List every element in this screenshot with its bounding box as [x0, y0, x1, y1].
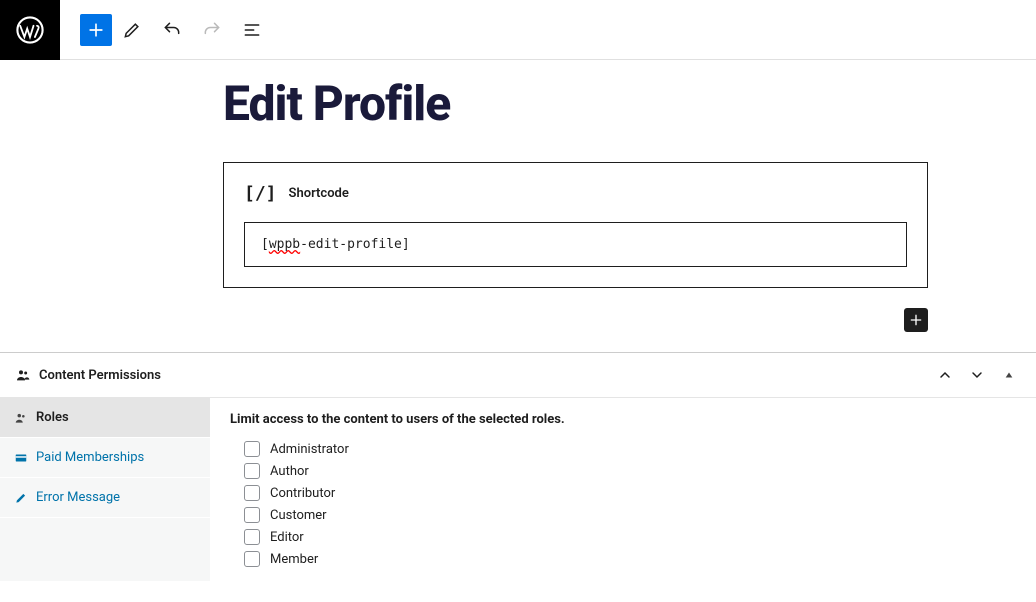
sidebar-item-label: Paid Memberships [36, 450, 144, 465]
add-block-area [223, 308, 928, 332]
shortcode-block[interactable]: [/] Shortcode [wppb-edit-profile] [223, 162, 928, 288]
toolbar-buttons [60, 10, 272, 50]
role-label: Customer [270, 508, 327, 523]
add-block-inline-button[interactable] [904, 308, 928, 332]
role-item: Administrator [244, 441, 1016, 457]
role-label: Member [270, 552, 318, 567]
add-block-button[interactable] [80, 14, 112, 46]
role-label: Author [270, 464, 309, 479]
content-permissions-panel: Content Permissions Roles Paid Membershi… [0, 352, 1036, 581]
permissions-main: Limit access to the content to users of … [210, 398, 1036, 581]
redo-button [192, 10, 232, 50]
top-toolbar [0, 0, 1036, 60]
panel-toggles [933, 363, 1021, 387]
shortcode-icon: [/] [244, 183, 277, 204]
shortcode-input[interactable]: [wppb-edit-profile] [244, 222, 907, 267]
wordpress-logo[interactable] [0, 0, 60, 60]
users-icon [15, 367, 31, 383]
editor-content: Edit Profile [/] Shortcode [wppb-edit-pr… [68, 75, 968, 332]
role-item: Editor [244, 529, 1016, 545]
undo-button[interactable] [152, 10, 192, 50]
role-checkbox[interactable] [244, 507, 260, 523]
sidebar-item-error-message[interactable]: Error Message [0, 478, 210, 518]
card-icon [14, 451, 28, 465]
role-label: Contributor [270, 486, 335, 501]
collapse-up-button[interactable] [933, 363, 957, 387]
sidebar-item-roles[interactable]: Roles [0, 398, 210, 438]
collapse-down-button[interactable] [965, 363, 989, 387]
permissions-body: Roles Paid Memberships Error Message Lim… [0, 398, 1036, 581]
role-checkbox[interactable] [244, 463, 260, 479]
group-icon [14, 411, 28, 425]
role-item: Member [244, 551, 1016, 567]
role-label: Editor [270, 530, 304, 545]
content-permissions-header: Content Permissions [0, 353, 1036, 398]
sidebar-item-label: Error Message [36, 490, 120, 505]
role-checkbox[interactable] [244, 551, 260, 567]
permissions-instruction: Limit access to the content to users of … [230, 412, 1016, 427]
sidebar-item-paid-memberships[interactable]: Paid Memberships [0, 438, 210, 478]
sidebar-item-label: Roles [36, 410, 69, 425]
permissions-sidebar: Roles Paid Memberships Error Message [0, 398, 210, 581]
role-item: Author [244, 463, 1016, 479]
shortcode-label: Shortcode [289, 186, 349, 201]
role-list: Administrator Author Contributor Custome… [230, 441, 1016, 567]
edit-mode-button[interactable] [112, 10, 152, 50]
page-title[interactable]: Edit Profile [223, 75, 928, 132]
panel-title: Content Permissions [39, 368, 161, 383]
shortcode-header: [/] Shortcode [244, 183, 907, 204]
role-checkbox[interactable] [244, 485, 260, 501]
pencil-icon [14, 491, 28, 505]
role-label: Administrator [270, 442, 349, 457]
role-item: Contributor [244, 485, 1016, 501]
document-outline-button[interactable] [232, 10, 272, 50]
role-checkbox[interactable] [244, 529, 260, 545]
role-item: Customer [244, 507, 1016, 523]
panel-title-area: Content Permissions [15, 367, 161, 383]
role-checkbox[interactable] [244, 441, 260, 457]
expand-up-button[interactable] [997, 363, 1021, 387]
